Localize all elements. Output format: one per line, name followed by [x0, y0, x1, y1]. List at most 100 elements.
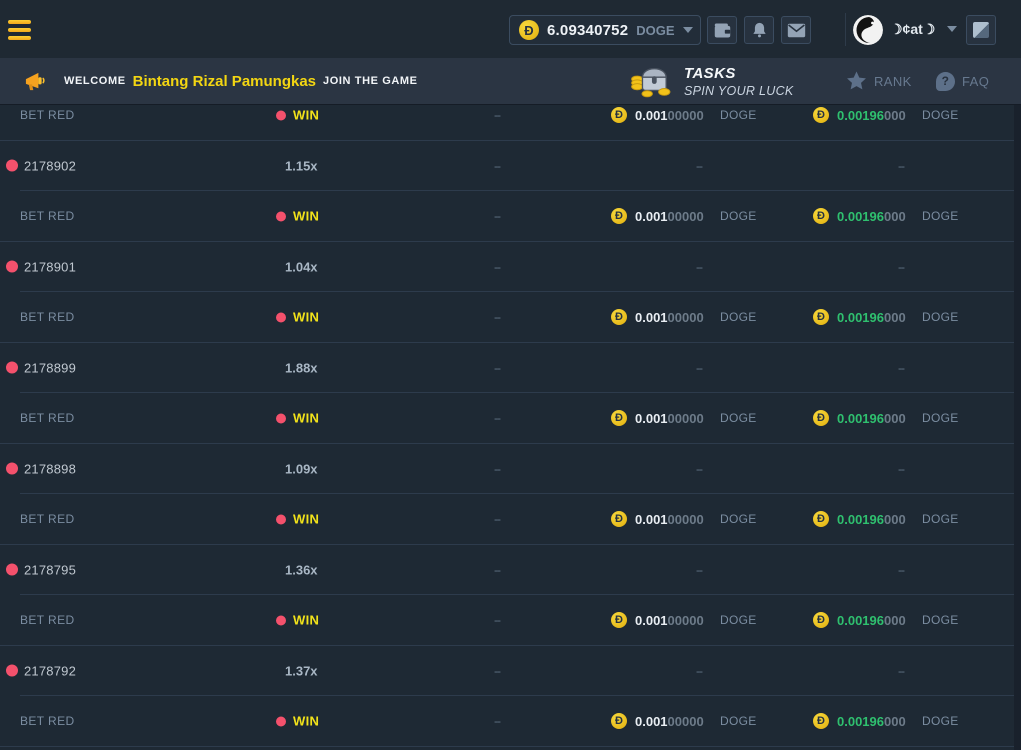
game-id: 2178795 — [24, 562, 76, 577]
bet-currency: DOGE — [720, 209, 757, 223]
empty-value: -- — [489, 563, 505, 577]
bet-amount: 0.00100000 — [635, 512, 704, 527]
multiplier: 1.09x — [285, 461, 318, 476]
game-id: 2178792 — [24, 663, 76, 678]
win-label: WIN — [293, 714, 319, 729]
bet-amount: 0.00100000 — [635, 411, 704, 426]
empty-value: -- — [489, 512, 505, 526]
empty-value: -- — [893, 664, 909, 678]
messages-button[interactable] — [781, 16, 811, 44]
red-dot-icon — [276, 110, 286, 120]
bet-amount-cell: Ɖ 0.00100000 DOGE — [611, 107, 781, 123]
avatar[interactable] — [853, 15, 883, 45]
red-dot-icon — [276, 211, 286, 221]
doge-coin-icon: Ɖ — [813, 208, 829, 224]
table-row-bet[interactable]: BET RED WIN -- Ɖ 0.00100000 DOGE Ɖ 0.001… — [0, 191, 1014, 242]
red-dot-icon — [276, 615, 286, 625]
bet-label: BET RED — [20, 108, 75, 122]
user-menu[interactable]: ☽¢at☽ — [890, 0, 957, 58]
username: ☽¢at☽ — [890, 21, 935, 38]
menu-icon[interactable] — [8, 20, 32, 40]
profit-amount-cell: Ɖ 0.00196000 DOGE — [813, 511, 983, 527]
chevron-down-icon — [683, 27, 693, 33]
mail-icon — [787, 23, 806, 38]
bet-currency: DOGE — [720, 714, 757, 728]
profit-amount-cell: Ɖ 0.00196000 DOGE — [813, 107, 983, 123]
empty-value: -- — [893, 260, 909, 274]
tasks-subtitle: SPIN YOUR LUCK — [684, 84, 794, 98]
table-row-bet[interactable]: BET RED WIN -- Ɖ 0.00100000 DOGE Ɖ 0.001… — [0, 595, 1014, 646]
empty-value: -- — [489, 714, 505, 728]
table-row-bet[interactable]: BET RED WIN -- Ɖ 0.00100000 DOGE Ɖ 0.001… — [0, 393, 1014, 444]
table-row-game[interactable]: 2178902 1.15x -- -- -- — [0, 141, 1014, 192]
doge-coin-icon: Ɖ — [611, 713, 627, 729]
balance-selector[interactable]: Ɖ 6.09340752 DOGE — [509, 15, 701, 45]
empty-value: -- — [489, 462, 505, 476]
table-row-game[interactable]: 2178901 1.04x -- -- -- — [0, 242, 1014, 293]
empty-value: -- — [489, 411, 505, 425]
win-label: WIN — [293, 108, 319, 123]
doge-coin-icon: Ɖ — [813, 713, 829, 729]
bets-table: BET RED WIN -- Ɖ 0.00100000 DOGE Ɖ 0.001… — [0, 105, 1014, 750]
doge-coin-icon: Ɖ — [611, 309, 627, 325]
bet-amount-cell: Ɖ 0.00100000 DOGE — [611, 410, 781, 426]
game-id-cell: 2178795 — [6, 562, 76, 577]
empty-value: -- — [691, 462, 707, 476]
game-id: 2178902 — [24, 158, 76, 173]
bet-label: BET RED — [20, 613, 75, 627]
profit-currency: DOGE — [922, 714, 959, 728]
table-row-game[interactable]: 2178899 1.88x -- -- -- — [0, 343, 1014, 394]
profit-currency: DOGE — [922, 613, 959, 627]
profit-currency: DOGE — [922, 209, 959, 223]
table-row-game[interactable]: 2178792 1.37x -- -- -- — [0, 646, 1014, 697]
red-dot-icon — [276, 312, 286, 322]
side-panel-button[interactable] — [966, 15, 996, 45]
doge-coin-icon: Ɖ — [611, 612, 627, 628]
wallet-icon — [713, 22, 732, 39]
wallet-button[interactable] — [707, 16, 737, 44]
win-label: WIN — [293, 613, 319, 628]
table-row-bet[interactable]: BET RED WIN -- Ɖ 0.00100000 DOGE Ɖ 0.001… — [0, 292, 1014, 343]
bet-amount: 0.00100000 — [635, 209, 704, 224]
bets-rows: BET RED WIN -- Ɖ 0.00100000 DOGE Ɖ 0.001… — [0, 105, 1014, 747]
win-label: WIN — [293, 209, 319, 224]
empty-value: -- — [893, 159, 909, 173]
profit-amount: 0.00196000 — [837, 310, 906, 325]
notifications-button[interactable] — [744, 16, 774, 44]
bet-amount-cell: Ɖ 0.00100000 DOGE — [611, 309, 781, 325]
table-row-bet[interactable]: BET RED WIN -- Ɖ 0.00100000 DOGE Ɖ 0.001… — [0, 494, 1014, 545]
profit-amount: 0.00196000 — [837, 411, 906, 426]
profit-amount: 0.00196000 — [837, 108, 906, 123]
rank-link[interactable]: RANK — [846, 58, 912, 104]
multiplier: 1.88x — [285, 360, 318, 375]
win-label: WIN — [293, 310, 319, 325]
profit-currency: DOGE — [922, 411, 959, 425]
multiplier: 1.37x — [285, 663, 318, 678]
tasks-title: TASKS — [684, 65, 794, 82]
empty-value: -- — [489, 613, 505, 627]
bet-amount: 0.00100000 — [635, 714, 704, 729]
empty-value: -- — [691, 664, 707, 678]
profit-amount: 0.00196000 — [837, 512, 906, 527]
doge-coin-icon: Ɖ — [611, 107, 627, 123]
bet-currency: DOGE — [720, 108, 757, 122]
multiplier: 1.36x — [285, 562, 318, 577]
doge-coin-icon: Ɖ — [611, 511, 627, 527]
table-row-game[interactable]: 2178898 1.09x -- -- -- — [0, 444, 1014, 495]
game-id-cell: 2178901 — [6, 259, 76, 274]
faq-link[interactable]: ? FAQ — [936, 58, 989, 104]
table-row-bet[interactable]: BET RED WIN -- Ɖ 0.00100000 DOGE Ɖ 0.001… — [0, 105, 1014, 141]
profit-amount: 0.00196000 — [837, 209, 906, 224]
table-row-bet[interactable]: BET RED WIN -- Ɖ 0.00100000 DOGE Ɖ 0.001… — [0, 696, 1014, 747]
empty-value: -- — [691, 361, 707, 375]
table-row-game[interactable]: 2178795 1.36x -- -- -- — [0, 545, 1014, 596]
tasks-link[interactable]: TASKS SPIN YOUR LUCK — [630, 58, 794, 104]
bet-currency: DOGE — [720, 613, 757, 627]
treasure-chest-icon — [630, 63, 672, 99]
bet-result: WIN — [276, 310, 319, 325]
profit-currency: DOGE — [922, 512, 959, 526]
empty-value: -- — [893, 361, 909, 375]
profit-amount: 0.00196000 — [837, 613, 906, 628]
topbar-divider — [845, 13, 846, 46]
bet-label: BET RED — [20, 714, 75, 728]
